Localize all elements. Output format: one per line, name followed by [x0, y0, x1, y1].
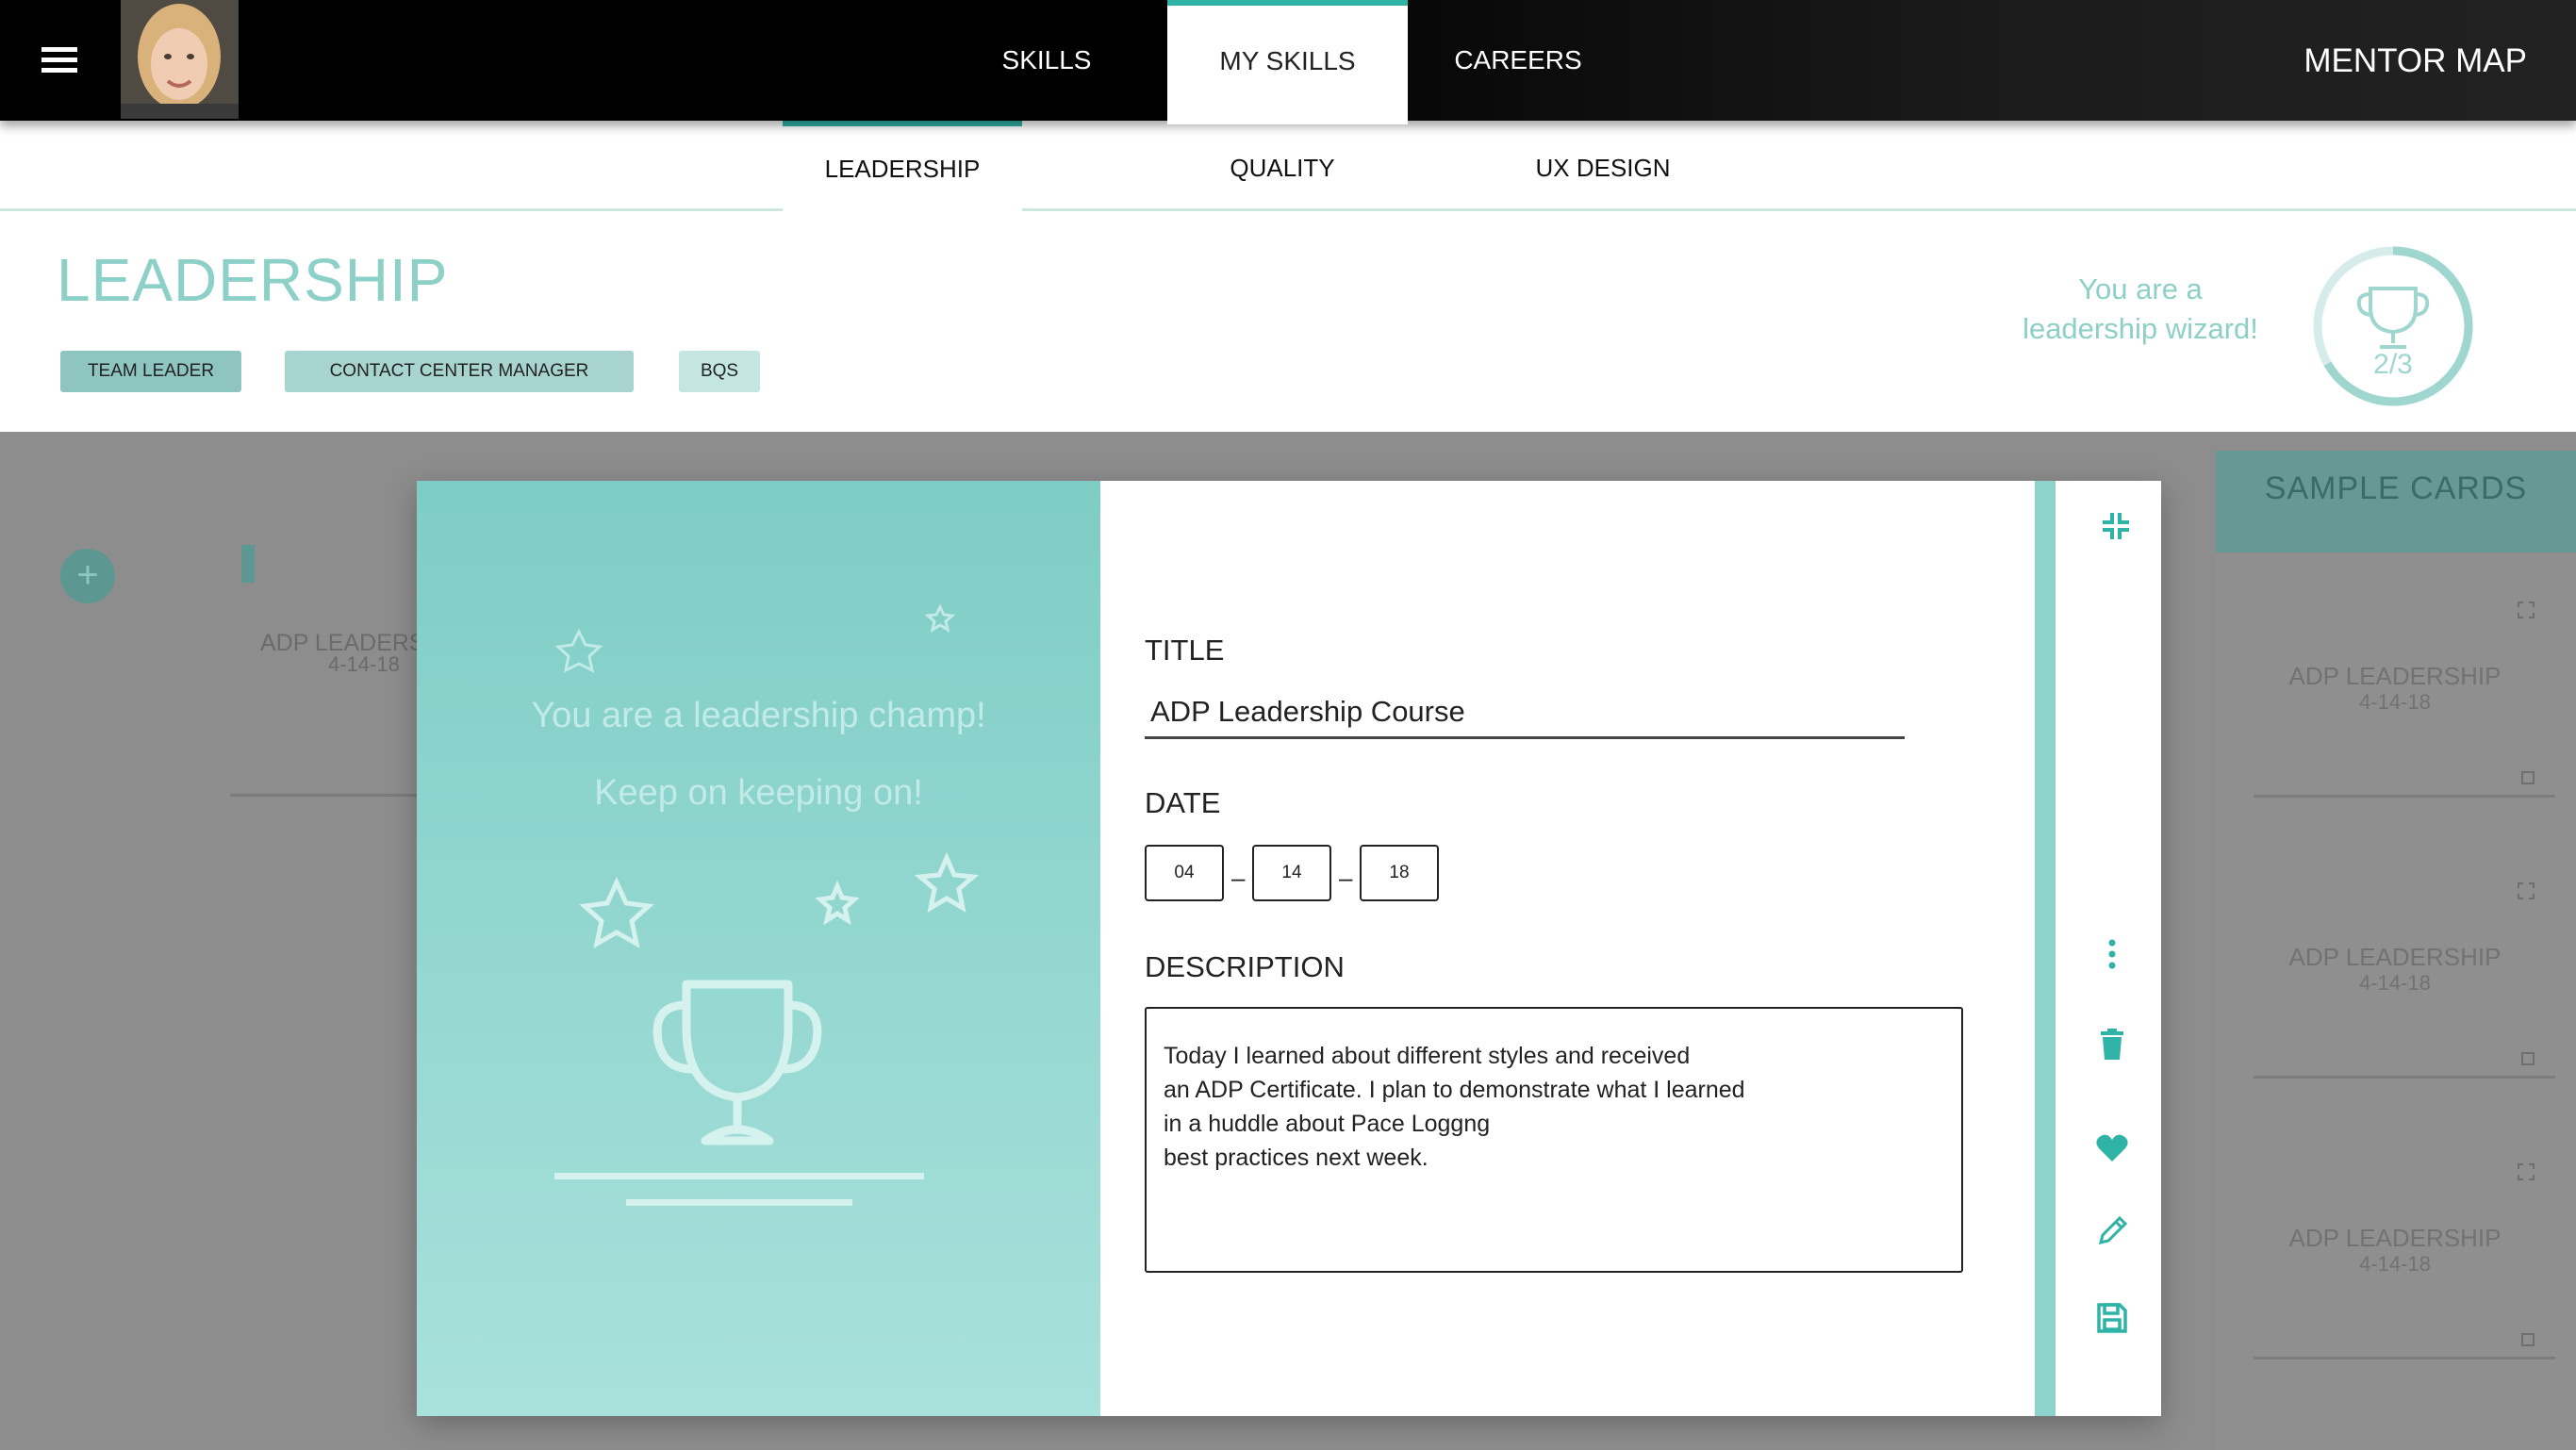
- background-card-date: 4-14-18: [328, 652, 400, 676]
- star-icon: [914, 851, 980, 913]
- title-label: TITLE: [1145, 634, 1225, 667]
- progress-ring: 2/3: [2313, 246, 2473, 406]
- trophy-icon: [2356, 287, 2430, 349]
- date-label: DATE: [1145, 786, 1221, 819]
- save-icon[interactable]: [2093, 1299, 2131, 1337]
- card-detail-modal: You are a leadership champ! Keep on keep…: [417, 481, 2161, 1416]
- wizard-line-2: leadership wizard!: [2023, 312, 2258, 345]
- achievement-panel: You are a leadership champ! Keep on keep…: [417, 481, 1100, 1416]
- avatar[interactable]: [121, 0, 239, 119]
- delete-icon[interactable]: [2093, 1026, 2131, 1063]
- sample-card[interactable]: ADP LEADERSHIP 4-14-18: [2254, 552, 2555, 798]
- wizard-line-1: You are a: [2078, 272, 2203, 305]
- tab-careers[interactable]: CAREERS: [1424, 0, 1612, 121]
- champ-message-line-2: Keep on keeping on!: [594, 773, 923, 813]
- collapse-icon[interactable]: [2097, 507, 2135, 545]
- wizard-message: You are a leadership wizard!: [1999, 270, 2282, 349]
- star-icon: [554, 628, 603, 673]
- checkbox[interactable]: [2521, 771, 2535, 784]
- subtab-ux-design[interactable]: UX DESIGN: [1499, 121, 1707, 211]
- date-month-input[interactable]: [1145, 845, 1224, 901]
- more-vert-icon[interactable]: [2093, 935, 2131, 973]
- expand-icon[interactable]: [2518, 882, 2535, 899]
- expand-icon[interactable]: [2518, 1163, 2535, 1180]
- skill-subtabs: LEADERSHIP QUALITY UX DESIGN: [0, 121, 2576, 224]
- page-title: LEADERSHIP: [57, 246, 449, 314]
- card-form: TITLE DATE – – DESCRIPTION Today I learn…: [1145, 481, 2012, 1416]
- sample-card-date: 4-14-18: [2359, 690, 2431, 714]
- date-separator: –: [1231, 864, 1246, 892]
- trophy-base-line: [554, 1173, 924, 1179]
- title-input[interactable]: [1145, 686, 1905, 739]
- edit-icon[interactable]: [2093, 1212, 2131, 1250]
- sample-card-title: ADP LEADERSHIP: [2288, 662, 2502, 690]
- tab-my-skills[interactable]: MY SKILLS: [1167, 0, 1408, 124]
- achievement-art: [554, 603, 980, 1206]
- sample-card-date: 4-14-18: [2359, 971, 2431, 995]
- subtab-quality[interactable]: QUALITY: [1179, 121, 1386, 211]
- hamburger-icon[interactable]: [38, 45, 83, 75]
- description-label: DESCRIPTION: [1145, 950, 1345, 983]
- progress-label: 2/3: [2373, 349, 2413, 380]
- chip-contact-center-manager[interactable]: CONTACT CENTER MANAGER: [285, 351, 634, 392]
- date-day-input[interactable]: [1252, 845, 1331, 901]
- star-icon: [815, 880, 860, 926]
- star-icon: [924, 603, 956, 634]
- tab-skills[interactable]: SKILLS: [952, 0, 1141, 121]
- modal-divider: [2035, 481, 2056, 1416]
- top-nav-bar: SKILLS MY SKILLS CAREERS MENTOR MAP: [0, 0, 2576, 124]
- bookmark-icon: [241, 545, 255, 583]
- expand-icon[interactable]: [2518, 601, 2535, 618]
- date-separator: –: [1339, 864, 1353, 892]
- trophy-base-line: [626, 1199, 852, 1206]
- star-icon: [579, 876, 654, 948]
- subtab-leadership[interactable]: LEADERSHIP: [783, 121, 1022, 224]
- add-card-button[interactable]: +: [60, 549, 115, 603]
- checkbox[interactable]: [2521, 1333, 2535, 1346]
- sample-card-title: ADP LEADERSHIP: [2288, 1224, 2502, 1252]
- date-year-input[interactable]: [1360, 845, 1439, 901]
- trophy-icon: [652, 980, 822, 1145]
- sample-card-title: ADP LEADERSHIP: [2288, 943, 2502, 971]
- chip-team-leader[interactable]: TEAM LEADER: [60, 351, 241, 392]
- mentor-map-link[interactable]: MENTOR MAP: [2304, 0, 2527, 121]
- sample-card[interactable]: ADP LEADERSHIP 4-14-18: [2254, 1114, 2555, 1359]
- checkbox[interactable]: [2521, 1052, 2535, 1065]
- sample-cards-header: SAMPLE CARDS: [2216, 451, 2576, 552]
- skill-header: LEADERSHIP TEAM LEADER CONTACT CENTER MA…: [0, 211, 2576, 432]
- sample-card[interactable]: ADP LEADERSHIP 4-14-18: [2254, 833, 2555, 1079]
- description-textarea[interactable]: Today I learned about different styles a…: [1145, 1007, 1963, 1273]
- favorite-icon[interactable]: [2093, 1129, 2131, 1167]
- champ-message-line-1: You are a leadership champ!: [531, 696, 986, 735]
- background-card-divider: [230, 794, 419, 797]
- sample-card-date: 4-14-18: [2359, 1252, 2431, 1276]
- chip-bqs[interactable]: BQS: [679, 351, 760, 392]
- sample-cards-panel: SAMPLE CARDS ADP LEADERSHIP 4-14-18 ADP …: [2216, 451, 2576, 1450]
